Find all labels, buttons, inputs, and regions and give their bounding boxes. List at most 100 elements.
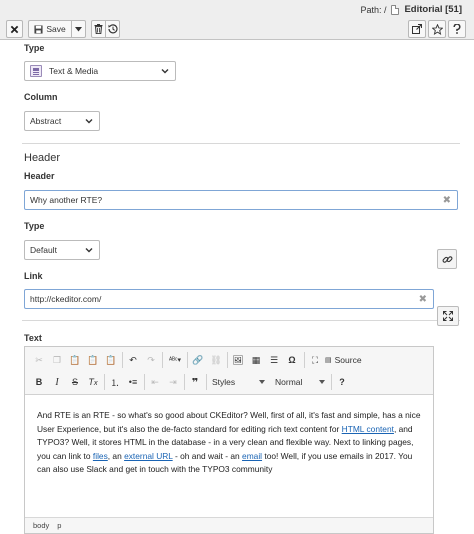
indent-icon[interactable]: ⇥ xyxy=(165,374,181,390)
elements-path-p[interactable]: p xyxy=(57,521,61,530)
chevron-down-icon xyxy=(161,69,169,74)
toolbar-separator xyxy=(144,374,145,390)
save-label: Save xyxy=(46,24,66,34)
clear-icon[interactable]: ✖ xyxy=(443,195,451,206)
paragraph-text: - oh and wait - an xyxy=(172,450,243,461)
elements-path-body[interactable]: body xyxy=(33,521,49,530)
chevron-down-icon xyxy=(75,26,82,31)
header-input[interactable]: Why another RTE? ✖ xyxy=(24,190,458,210)
bulleted-list-icon[interactable]: •≡ xyxy=(125,374,141,390)
horizontal-rule-icon[interactable]: ☰ xyxy=(266,352,282,368)
special-char-icon[interactable]: Ω xyxy=(284,352,300,368)
help-button[interactable] xyxy=(448,20,466,38)
fullscreen-button[interactable] xyxy=(437,306,459,326)
type-select[interactable]: Text & Media xyxy=(24,61,176,81)
section-divider xyxy=(22,143,460,144)
history-button[interactable] xyxy=(105,20,120,38)
paste-text-icon[interactable]: 📋 xyxy=(85,352,101,368)
toolbar-separator xyxy=(304,352,305,368)
italic-icon[interactable]: I xyxy=(49,374,65,390)
clear-icon[interactable]: ✖ xyxy=(419,294,427,305)
header-section-title: Header xyxy=(24,152,61,164)
text-media-icon xyxy=(30,65,42,77)
rich-text-editor[interactable]: ✂ ❐ 📋 📋 📋 ↶ ↷ ᴬᴮᶜ▾ 🔗 ⛓ 🖼 ▦ ☰ Ω ⛶ ▤ Sourc… xyxy=(24,346,434,534)
files-link[interactable]: files xyxy=(93,451,108,461)
blockquote-icon[interactable]: ❞ xyxy=(187,374,203,390)
toolbar-separator xyxy=(187,352,188,368)
type-select-value: Text & Media xyxy=(49,66,99,76)
star-icon xyxy=(431,23,443,35)
undo-icon[interactable]: ↶ xyxy=(125,352,141,368)
save-icon xyxy=(34,24,43,34)
page-icon xyxy=(391,4,400,15)
link-icon[interactable]: 🔗 xyxy=(190,352,206,368)
delete-button[interactable] xyxy=(91,20,106,38)
record-title[interactable]: Editorial [51] xyxy=(404,4,462,15)
toolbar-separator xyxy=(184,374,185,390)
docheader: Path: / Editorial [51] Save xyxy=(0,0,474,40)
header-type-select[interactable]: Default xyxy=(24,240,100,260)
format-label: Normal xyxy=(275,377,303,387)
trash-icon xyxy=(94,24,103,34)
editor-content[interactable]: And RTE is an RTE - so what's so good ab… xyxy=(37,409,421,477)
chevron-down-icon xyxy=(85,248,93,253)
chevron-down-icon xyxy=(85,119,93,124)
outdent-icon[interactable]: ⇤ xyxy=(147,374,163,390)
toolbar-separator xyxy=(206,374,207,390)
maximize-icon[interactable]: ⛶ xyxy=(307,352,323,368)
bookmark-button[interactable] xyxy=(428,20,446,38)
copy-icon[interactable]: ❐ xyxy=(49,352,65,368)
format-dropdown[interactable]: Normal xyxy=(275,374,327,390)
styles-dropdown[interactable]: Styles xyxy=(212,374,267,390)
editor-toolbar: ✂ ❐ 📋 📋 📋 ↶ ↷ ᴬᴮᶜ▾ 🔗 ⛓ 🖼 ▦ ☰ Ω ⛶ ▤ Sourc… xyxy=(25,347,433,395)
save-button[interactable]: Save xyxy=(28,20,72,38)
external-url-link[interactable]: external URL xyxy=(124,451,173,461)
email-link[interactable]: email xyxy=(242,451,262,461)
editor-paragraph: And RTE is an RTE - so what's so good ab… xyxy=(37,409,421,477)
column-select-value: Abstract xyxy=(30,116,62,126)
styles-label: Styles xyxy=(212,377,236,387)
column-select[interactable]: Abstract xyxy=(24,111,100,131)
remove-format-icon[interactable]: Tx xyxy=(85,374,101,390)
link-input[interactable]: http://ckeditor.com/ ✖ xyxy=(24,289,434,309)
cut-icon[interactable]: ✂ xyxy=(31,352,47,368)
numbered-list-icon[interactable]: ⒈ xyxy=(107,374,123,390)
paste-icon[interactable]: 📋 xyxy=(67,352,83,368)
strike-icon[interactable]: S xyxy=(67,374,83,390)
chevron-down-icon xyxy=(319,380,325,384)
breadcrumb: Path: / Editorial [51] xyxy=(360,4,462,15)
link-label: Link xyxy=(24,271,43,281)
paste-word-icon[interactable]: 📋 xyxy=(103,352,119,368)
header-type-label: Type xyxy=(24,221,45,231)
path-label: Path: / xyxy=(360,4,387,15)
html-content-link[interactable]: HTML content xyxy=(342,424,394,434)
toolbar-separator xyxy=(331,374,332,390)
source-button[interactable]: ▤ Source xyxy=(325,352,367,368)
toolbar-separator xyxy=(162,352,163,368)
bold-icon[interactable]: B xyxy=(31,374,47,390)
unlink-icon[interactable]: ⛓ xyxy=(208,352,224,368)
close-button[interactable] xyxy=(6,20,23,38)
type-label: Type xyxy=(24,43,45,53)
toolbar-separator xyxy=(227,352,228,368)
table-icon[interactable]: ▦ xyxy=(248,352,264,368)
header-label: Header xyxy=(24,171,55,181)
spellcheck-icon[interactable]: ᴬᴮᶜ▾ xyxy=(167,352,183,368)
redo-icon[interactable]: ↷ xyxy=(143,352,159,368)
paragraph-text: , an xyxy=(107,450,125,461)
save-options-dropdown[interactable] xyxy=(71,20,86,38)
chevron-down-icon xyxy=(259,380,265,384)
about-icon[interactable]: ? xyxy=(334,374,350,390)
link-input-value: http://ckeditor.com/ xyxy=(30,294,102,304)
fullscreen-icon xyxy=(443,311,453,321)
editor-elements-path: body p xyxy=(25,517,433,533)
help-icon xyxy=(453,24,461,34)
link-icon xyxy=(442,255,452,263)
link-wizard-button[interactable] xyxy=(437,249,457,269)
open-new-window-button[interactable] xyxy=(408,20,426,38)
form-content: Type Text & Media Column Abstract Header… xyxy=(0,40,474,534)
column-label: Column xyxy=(24,92,58,102)
image-icon[interactable]: 🖼 xyxy=(230,352,246,368)
toolbar-separator xyxy=(122,352,123,368)
open-in-new-window-icon xyxy=(412,24,422,34)
